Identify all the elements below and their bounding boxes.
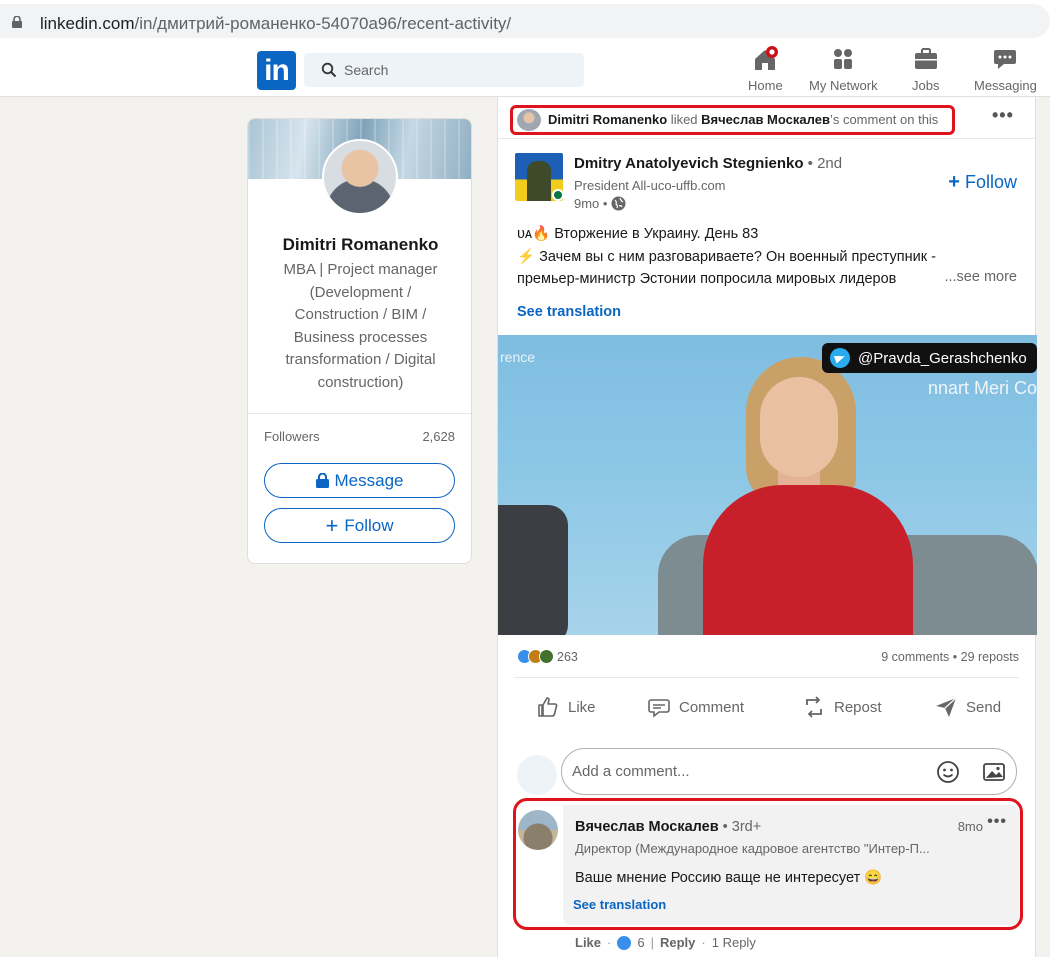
followers-count: 2,628: [422, 429, 455, 444]
post-video[interactable]: rence nnart Meri Conference @Pravda_Gera…: [498, 335, 1037, 635]
repost-label: Repost: [834, 698, 882, 716]
nav-jobs-label: Jobs: [912, 78, 940, 93]
linkedin-logo[interactable]: in: [257, 51, 296, 90]
post-actions: Like Comment Repost Send: [498, 687, 1037, 731]
comment-reply-button[interactable]: Reply: [660, 935, 695, 950]
separator: ·: [701, 935, 706, 950]
lock-icon: [315, 473, 329, 488]
see-more-link[interactable]: ...see more: [944, 269, 1017, 285]
divider: [514, 677, 1019, 678]
profile-card: Dimitri Romanenko MBA | Project manager …: [247, 118, 472, 564]
briefcase-icon: [914, 48, 937, 69]
insightful-reaction-icon: [539, 649, 554, 664]
comment-button[interactable]: Comment: [647, 695, 744, 719]
video-channel-name: @Pravda_Gerashchenko: [858, 349, 1027, 367]
plus-icon: +: [325, 512, 339, 538]
comment-icon: [648, 699, 670, 718]
chat-icon: [994, 50, 1017, 69]
divider: [248, 413, 471, 414]
my-avatar: [517, 755, 557, 795]
message-button-label: Message: [334, 470, 404, 490]
add-comment-input[interactable]: Add a comment...: [561, 748, 1017, 795]
reactions-icons[interactable]: [517, 649, 554, 664]
search-input[interactable]: Search: [304, 53, 584, 87]
post-text-line: ᴜᴀ🔥 Вторжение в Украину. День 83: [517, 226, 759, 242]
message-button[interactable]: Message: [264, 463, 455, 498]
comment-placeholder: Add a comment...: [572, 763, 690, 780]
search-placeholder: Search: [344, 62, 389, 78]
like-reaction-icon: [617, 935, 632, 950]
nav-messaging-label: Messaging: [974, 78, 1037, 93]
comment-replies-count[interactable]: 1 Reply: [712, 935, 756, 950]
browser-url-bar: linkedin.com/in/дмитрий-романенко-54070a…: [0, 0, 1050, 42]
video-backdrop-text: nnart Meri Conference: [928, 378, 1037, 398]
video-scene-shape: [760, 377, 838, 477]
url-text: linkedin.com/in/дмитрий-романенко-54070a…: [40, 14, 511, 34]
followers-label: Followers: [264, 429, 320, 444]
highlight-box: [510, 105, 955, 135]
image-icon[interactable]: [982, 760, 1006, 784]
comment-like-count[interactable]: 6: [637, 935, 644, 950]
follow-author-button[interactable]: + Follow: [948, 171, 1017, 194]
plus-icon: +: [948, 171, 960, 193]
like-button[interactable]: Like: [536, 695, 596, 719]
like-label: Like: [568, 698, 596, 716]
post-author-title: President All-uco-uffb.com: [574, 178, 726, 193]
top-nav: in Search Home My Network Jobs Messaging: [0, 42, 1050, 97]
telegram-icon: [830, 348, 850, 368]
follow-button-label: Follow: [344, 515, 394, 535]
comment-actions: Like · 6 | Reply · 1 Reply: [575, 935, 756, 950]
follow-author-label: Follow: [964, 172, 1017, 192]
separator: |: [650, 935, 654, 950]
author-degree: • 2nd: [803, 155, 843, 172]
video-scene-shape: [703, 485, 913, 635]
comments-reposts-count[interactable]: 9 comments • 29 reposts: [881, 650, 1019, 664]
highlight-box: [513, 798, 1023, 930]
author-name-text: Dmitry Anatolyevich Stegnienko: [574, 155, 804, 172]
profile-name[interactable]: Dimitri Romanenko: [248, 235, 471, 255]
feed-post-card: Dimitri Romanenko liked Вячеслав Москале…: [497, 97, 1037, 957]
more-options-icon[interactable]: •••: [992, 105, 1014, 126]
activity-context-bar: Dimitri Romanenko liked Вячеслав Москале…: [498, 97, 1037, 139]
nav-home-label: Home: [748, 78, 783, 93]
video-scene-shape: [498, 505, 568, 635]
globe-icon: [611, 196, 626, 211]
url-path: /in/дмитрий-романенко-54070a96/recent-ac…: [134, 14, 512, 33]
post-author-name[interactable]: Dmitry Anatolyevich Stegnienko • 2nd: [574, 155, 842, 172]
home-icon: [755, 46, 779, 70]
nav-messaging[interactable]: Messaging: [974, 46, 1037, 93]
video-channel-tag: @Pravda_Gerashchenko: [822, 343, 1037, 373]
nav-home[interactable]: Home: [748, 46, 783, 93]
profile-headline: MBA | Project manager (Development / Con…: [283, 261, 438, 391]
separator: ·: [607, 935, 612, 950]
reaction-count[interactable]: 263: [557, 650, 578, 664]
send-icon: [936, 697, 957, 717]
thumbs-up-icon: [538, 697, 558, 717]
online-status-indicator: [552, 189, 564, 201]
follow-profile-button[interactable]: + Follow: [264, 508, 455, 543]
lock-icon: [12, 16, 22, 28]
send-label: Send: [966, 698, 1002, 716]
post-timestamp: 9mo •: [574, 196, 626, 211]
repost-icon: [806, 696, 822, 718]
nav-jobs[interactable]: Jobs: [912, 46, 939, 93]
post-time-text: 9mo •: [574, 196, 608, 211]
address-field[interactable]: linkedin.com/in/дмитрий-романенко-54070a…: [0, 4, 1050, 38]
repost-button[interactable]: Repost: [802, 695, 882, 719]
send-button[interactable]: Send: [934, 695, 1001, 719]
comment-label: Comment: [679, 698, 745, 716]
video-backdrop-text-left: rence: [500, 349, 536, 365]
see-translation-link[interactable]: See translation: [517, 304, 621, 320]
nav-my-network[interactable]: My Network: [809, 46, 878, 93]
emoji-icon[interactable]: [936, 760, 960, 784]
comment-like-button[interactable]: Like: [575, 935, 601, 950]
social-counts: 263 9 comments • 29 reposts: [498, 645, 1037, 667]
search-icon: [321, 62, 337, 78]
profile-avatar[interactable]: [322, 139, 398, 215]
post-text-line: ⚡ Зачем вы с ним разговариваете? Он воен…: [517, 248, 936, 265]
nav-my-network-label: My Network: [809, 78, 878, 93]
people-icon: [834, 49, 853, 69]
url-host: linkedin.com: [40, 14, 135, 33]
